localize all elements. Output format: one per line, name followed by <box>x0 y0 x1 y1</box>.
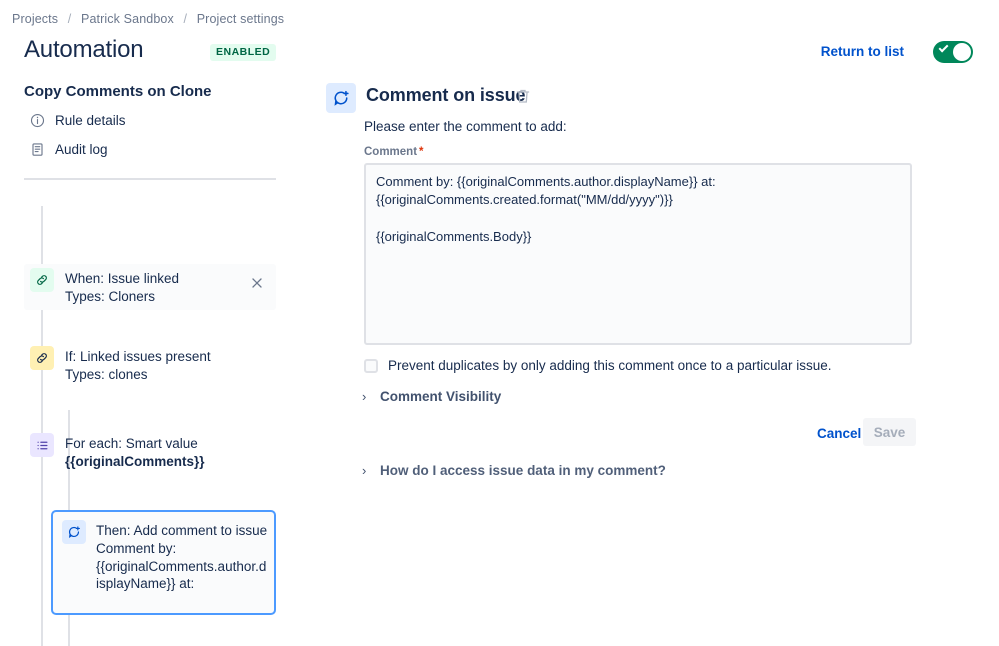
status-badge: ENABLED <box>210 44 276 61</box>
breadcrumb-item-patrick-sandbox[interactable]: Patrick Sandbox <box>81 12 174 26</box>
rule-enabled-toggle[interactable] <box>933 41 973 63</box>
tree-node-then-selected[interactable]: Then: Add comment to issue Comment by: {… <box>51 510 276 615</box>
tree-node-title: If: Linked issues present <box>65 348 211 366</box>
comment-input[interactable] <box>364 163 912 345</box>
comment-add-icon <box>326 83 356 113</box>
tree-node-if[interactable]: If: Linked issues present Types: clones <box>30 346 211 384</box>
tree-node-subtitle: Types: clones <box>65 366 211 384</box>
save-button[interactable]: Save <box>863 418 916 446</box>
sidebar-item-label: Rule details <box>55 113 126 128</box>
tree-node-title: Then: Add comment to issue <box>96 522 268 540</box>
required-marker: * <box>417 146 423 158</box>
prevent-duplicates-label: Prevent duplicates by only adding this c… <box>388 358 832 373</box>
rule-name: Copy Comments on Clone <box>24 83 212 100</box>
sidebar-item-audit-log[interactable]: Audit log <box>30 142 108 157</box>
tree-node-subtitle: Comment by: {{originalComments.author.di… <box>96 540 268 593</box>
comment-visibility-expander[interactable]: › Comment Visibility <box>362 389 501 404</box>
link-icon <box>30 346 54 370</box>
rule-panel: Copy Comments on Clone Rule details Audi… <box>0 78 300 581</box>
breadcrumb-separator: / <box>178 12 194 26</box>
tree-node-subtitle: Types: Cloners <box>65 288 179 306</box>
close-icon[interactable] <box>250 276 264 290</box>
breadcrumb-item-projects[interactable]: Projects <box>12 12 58 26</box>
link-icon <box>30 268 54 292</box>
comment-add-icon <box>62 520 86 544</box>
breadcrumb: Projects / Patrick Sandbox / Project set… <box>12 12 284 26</box>
breadcrumb-separator: / <box>62 12 78 26</box>
tree-node-subtitle: {{originalComments}} <box>65 453 205 471</box>
tree-node-when-content[interactable]: When: Issue linked Types: Cloners <box>30 268 179 306</box>
sidebar-item-rule-details[interactable]: Rule details <box>30 113 126 128</box>
detail-instruction: Please enter the comment to add: <box>364 119 567 134</box>
list-icon <box>30 433 54 457</box>
tree-node-then-content: Then: Add comment to issue Comment by: {… <box>62 520 268 593</box>
tree-node-title: When: Issue linked <box>65 270 179 288</box>
comment-field-label: Comment* <box>364 146 424 158</box>
detail-panel: Comment on issue Please enter the commen… <box>326 78 999 581</box>
tree-node-for-each[interactable]: For each: Smart value {{originalComments… <box>30 433 205 471</box>
page-title: Automation <box>24 36 143 64</box>
comment-field-label-text: Comment <box>364 146 417 158</box>
cancel-button[interactable]: Cancel <box>809 421 869 446</box>
chevron-right-icon: › <box>362 390 371 403</box>
prevent-duplicates-checkbox[interactable] <box>364 359 378 373</box>
detail-title: Comment on issue <box>366 85 525 106</box>
trash-icon[interactable] <box>515 88 531 105</box>
chevron-right-icon: › <box>362 464 371 477</box>
return-to-list-link[interactable]: Return to list <box>821 44 904 59</box>
check-icon <box>939 43 949 53</box>
tree-node-title: For each: Smart value <box>65 435 205 453</box>
prevent-duplicates-row[interactable]: Prevent duplicates by only adding this c… <box>364 358 832 373</box>
help-expander-label: How do I access issue data in my comment… <box>380 463 666 478</box>
info-circle-icon <box>30 113 45 128</box>
sidebar-item-label: Audit log <box>55 142 108 157</box>
comment-visibility-label: Comment Visibility <box>380 389 501 404</box>
breadcrumb-item-project-settings[interactable]: Project settings <box>197 12 284 26</box>
document-icon <box>30 142 45 157</box>
toggle-knob <box>953 43 971 61</box>
divider <box>24 178 276 180</box>
help-expander[interactable]: › How do I access issue data in my comme… <box>362 463 666 478</box>
